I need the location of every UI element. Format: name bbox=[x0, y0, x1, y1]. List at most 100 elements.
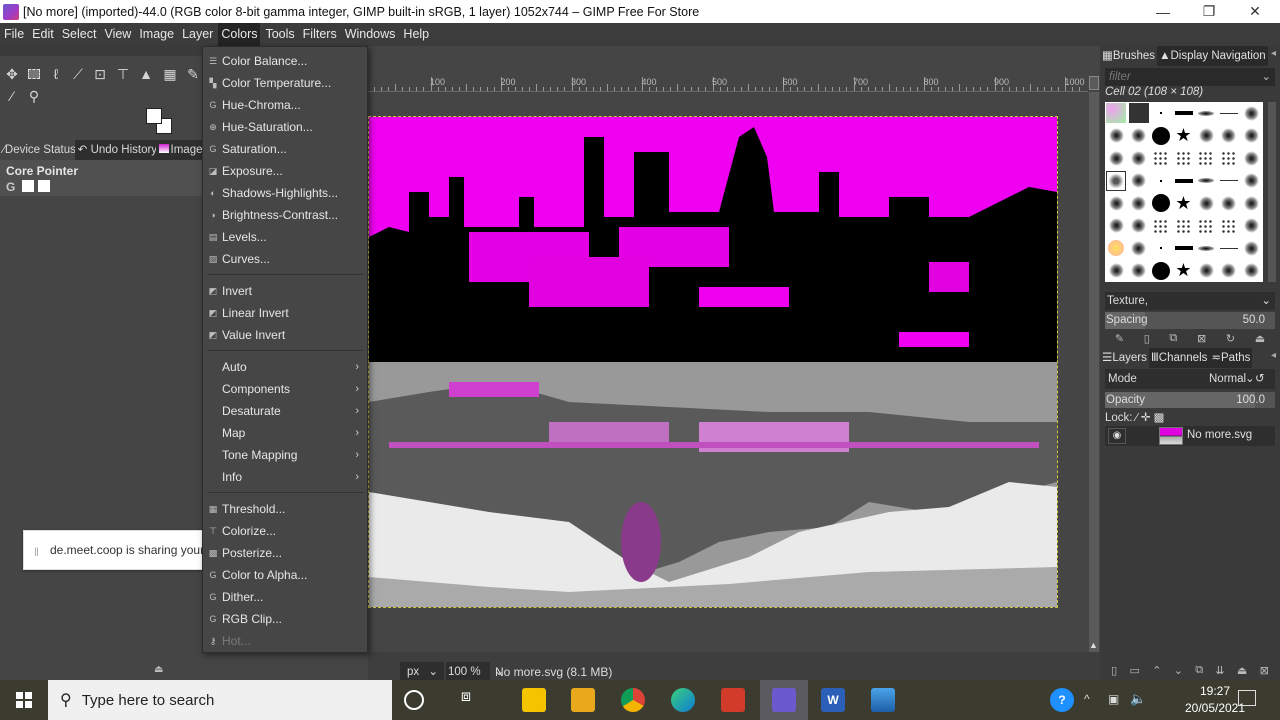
inkscape-icon[interactable] bbox=[721, 688, 745, 712]
brush-cell[interactable] bbox=[1173, 237, 1195, 259]
mode-reset-icon[interactable]: ↺ bbox=[1255, 369, 1265, 389]
menu-item-saturation[interactable]: G Saturation... bbox=[203, 138, 367, 160]
delete-brush-icon[interactable]: ⊠ bbox=[1197, 332, 1206, 348]
brush-cell[interactable] bbox=[1128, 147, 1150, 169]
brush-cell[interactable] bbox=[1150, 125, 1172, 147]
menu-item-hue-chroma[interactable]: G Hue-Chroma... bbox=[203, 94, 367, 116]
brush-cell[interactable] bbox=[1195, 237, 1217, 259]
start-button[interactable] bbox=[0, 680, 48, 720]
brush-cell[interactable] bbox=[1218, 260, 1240, 282]
brush-cell[interactable] bbox=[1105, 260, 1127, 282]
brush-cell[interactable] bbox=[1240, 147, 1262, 169]
device-bg-swatch[interactable] bbox=[38, 180, 50, 192]
show-hidden-icons-chevron[interactable]: ^ bbox=[1084, 692, 1090, 706]
new-brush-icon[interactable]: ▯ bbox=[1144, 332, 1150, 348]
maximize-button[interactable]: ❐ bbox=[1186, 0, 1232, 23]
dock-menu-icon[interactable]: ◂ bbox=[1271, 48, 1276, 59]
dock-menu-icon[interactable]: ◂ bbox=[1271, 350, 1276, 361]
menu-windows[interactable]: Windows bbox=[342, 23, 399, 46]
menu-item-info[interactable]: Info › bbox=[203, 466, 367, 488]
tab-undo-history[interactable]: ↶ Undo History bbox=[75, 140, 156, 160]
menu-item-tone-mapping[interactable]: Tone Mapping › bbox=[203, 444, 367, 466]
word-icon[interactable]: W bbox=[821, 688, 845, 712]
menu-view[interactable]: View bbox=[101, 23, 134, 46]
brush-cell[interactable] bbox=[1150, 260, 1172, 282]
horizontal-ruler[interactable]: 100 200 300 400 500 600 700 800 900 1000 bbox=[360, 76, 1088, 92]
brush-cell[interactable] bbox=[1218, 237, 1240, 259]
file-explorer-icon[interactable] bbox=[571, 688, 595, 712]
chrome-icon[interactable] bbox=[621, 688, 645, 712]
brush-cell[interactable] bbox=[1173, 102, 1195, 124]
brush-cell[interactable] bbox=[1150, 170, 1172, 192]
menu-item-threshold[interactable]: ▦ Threshold... bbox=[203, 498, 367, 520]
menu-item-map[interactable]: Map › bbox=[203, 422, 367, 444]
menu-item-color-balance[interactable]: ☰ Color Balance... bbox=[203, 50, 367, 72]
free-select-tool-icon[interactable]: ℓ bbox=[46, 64, 66, 84]
menu-item-curves[interactable]: ▨ Curves... bbox=[203, 248, 367, 270]
brush-cell[interactable] bbox=[1218, 215, 1240, 237]
lower-layer-icon[interactable]: ⌄ bbox=[1174, 664, 1183, 680]
visibility-eye-icon[interactable]: ◉ bbox=[1108, 428, 1126, 444]
menu-item-levels[interactable]: ▤ Levels... bbox=[203, 226, 367, 248]
merge-layer-icon[interactable]: ⇊ bbox=[1215, 664, 1224, 680]
brush-cell[interactable] bbox=[1150, 237, 1172, 259]
rect-select-tool-icon[interactable] bbox=[24, 64, 44, 84]
brush-cell[interactable] bbox=[1128, 125, 1150, 147]
help-icon[interactable]: ? bbox=[1050, 688, 1074, 712]
tab-device-status[interactable]: ∕Device Status bbox=[0, 140, 75, 160]
save-device-icon[interactable]: ⏏ bbox=[154, 664, 163, 675]
menu-edit[interactable]: Edit bbox=[29, 23, 57, 46]
brush-cell[interactable] bbox=[1128, 260, 1150, 282]
brush-cell[interactable] bbox=[1195, 170, 1217, 192]
menu-item-rgb-clip[interactable]: G RGB Clip... bbox=[203, 608, 367, 630]
brush-cell[interactable] bbox=[1240, 192, 1262, 214]
color-picker-tool-icon[interactable]: ⁄ bbox=[2, 86, 22, 106]
brush-cell[interactable] bbox=[1218, 125, 1240, 147]
brush-cell[interactable] bbox=[1240, 125, 1262, 147]
menu-item-dither[interactable]: G Dither... bbox=[203, 586, 367, 608]
unit-select[interactable]: px ⌄ bbox=[400, 662, 444, 682]
brush-cell[interactable] bbox=[1105, 192, 1127, 214]
tab-brushes[interactable]: ▦Brushes bbox=[1100, 46, 1157, 66]
brush-cell[interactable] bbox=[1195, 147, 1217, 169]
new-layer-icon[interactable]: ▯ bbox=[1111, 664, 1117, 680]
brush-cell[interactable] bbox=[1105, 215, 1127, 237]
brush-filter-input[interactable]: filter ⌄ bbox=[1105, 68, 1275, 86]
zoom-navigate-icon[interactable] bbox=[1089, 76, 1099, 90]
menu-item-color-temperature[interactable]: ▚ Color Temperature... bbox=[203, 72, 367, 94]
menu-image[interactable]: Image bbox=[136, 23, 177, 46]
brush-cell[interactable]: ★ bbox=[1173, 125, 1195, 147]
volume-icon[interactable]: 🔈 bbox=[1130, 691, 1146, 707]
menu-layer[interactable]: Layer bbox=[179, 23, 216, 46]
brush-cell[interactable] bbox=[1195, 215, 1217, 237]
image-canvas[interactable] bbox=[368, 116, 1058, 608]
brush-cell[interactable] bbox=[1105, 170, 1127, 192]
brush-preset-select[interactable]: Texture, ⌄ bbox=[1105, 292, 1275, 310]
zoom-tool-icon[interactable]: ⚲ bbox=[24, 86, 44, 106]
tab-image[interactable]: Image bbox=[156, 140, 203, 160]
brush-cell[interactable] bbox=[1240, 170, 1262, 192]
anchor-layer-icon[interactable]: ⏏ bbox=[1237, 664, 1247, 680]
brush-cell[interactable] bbox=[1105, 102, 1127, 124]
menu-item-auto[interactable]: Auto › bbox=[203, 356, 367, 378]
tab-channels[interactable]: ⅢChannels bbox=[1148, 348, 1210, 368]
menu-filters[interactable]: Filters bbox=[300, 23, 340, 46]
brush-cell[interactable] bbox=[1173, 147, 1195, 169]
transform-tool-icon[interactable]: ⊤ bbox=[113, 64, 133, 84]
menu-tools[interactable]: Tools bbox=[262, 23, 297, 46]
delete-layer-icon[interactable]: ⊠ bbox=[1260, 664, 1269, 680]
task-view-icon[interactable]: ⧈ bbox=[454, 688, 478, 712]
tab-paths[interactable]: ≂Paths bbox=[1209, 348, 1253, 368]
close-button[interactable]: ✕ bbox=[1232, 0, 1278, 23]
duplicate-brush-icon[interactable]: ⧉ bbox=[1169, 332, 1177, 348]
brush-cell[interactable]: ★ bbox=[1173, 192, 1195, 214]
brush-cell[interactable] bbox=[1173, 215, 1195, 237]
menu-item-components[interactable]: Components › bbox=[203, 378, 367, 400]
refresh-brushes-icon[interactable]: ↻ bbox=[1226, 332, 1235, 348]
open-as-image-icon[interactable]: ⏏ bbox=[1255, 332, 1265, 348]
tab-display-navigation[interactable]: ▲Display Navigation bbox=[1157, 46, 1268, 66]
action-center-icon[interactable] bbox=[1238, 690, 1256, 706]
tab-layers[interactable]: ☰Layers bbox=[1100, 348, 1149, 368]
menu-colors[interactable]: Colors bbox=[218, 23, 261, 46]
brush-cell[interactable] bbox=[1218, 170, 1240, 192]
